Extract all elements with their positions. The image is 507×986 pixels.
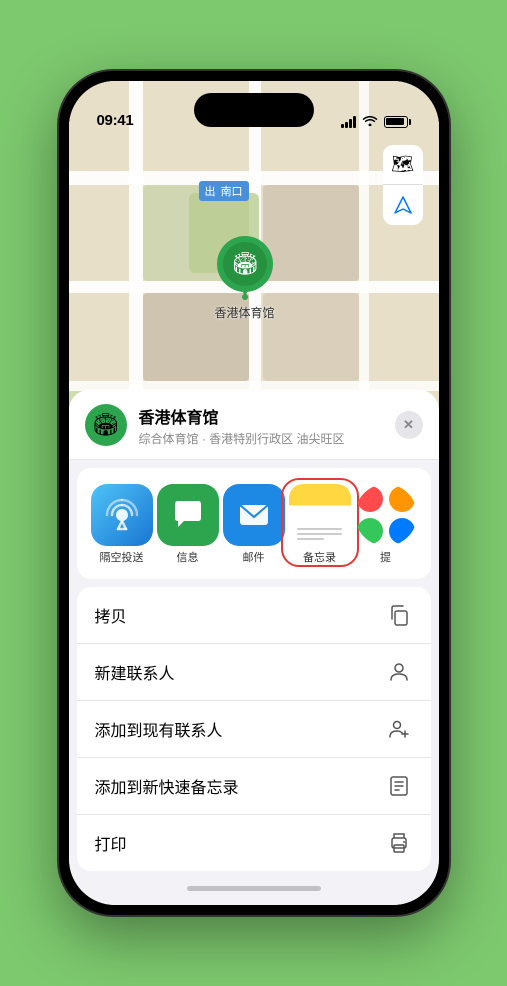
dynamic-island [194, 93, 314, 127]
copy-svg [387, 603, 411, 627]
airdrop-icon [91, 484, 153, 546]
location-info: 香港体育馆 综合体育馆 · 香港特别行政区 油尖旺区 [139, 404, 383, 447]
new-contact-icon [385, 658, 413, 686]
message-svg [169, 496, 207, 534]
more-circle-red [357, 486, 383, 512]
more-circle-orange [389, 486, 415, 512]
more-circle-blue [389, 518, 415, 544]
message-label: 信息 [177, 552, 199, 565]
signal-bar-2 [345, 122, 348, 128]
mail-label: 邮件 [243, 552, 265, 565]
more-label: 提 [380, 552, 391, 565]
signal-bar-3 [349, 119, 352, 128]
action-print[interactable]: 打印 [77, 814, 431, 871]
map-south-entrance: 南口 [199, 181, 249, 201]
notes-line-1 [297, 528, 342, 530]
location-icon-emoji: 🏟 [92, 412, 120, 438]
location-name: 香港体育馆 [139, 404, 383, 428]
more-icon [355, 484, 417, 546]
home-indicator [69, 871, 439, 905]
location-desc: 综合体育馆 · 香港特别行政区 油尖旺区 [139, 430, 383, 447]
share-row: 隔空投送 信息 [77, 468, 431, 579]
add-existing-label: 添加到现有联系人 [95, 717, 223, 741]
signal-bar-4 [353, 116, 356, 128]
person-svg [387, 660, 411, 684]
share-mail[interactable]: 邮件 [221, 484, 287, 565]
action-copy[interactable]: 拷贝 [77, 587, 431, 643]
print-icon [385, 829, 413, 857]
battery-icon [384, 116, 411, 128]
more-icon-inner [355, 484, 417, 546]
new-contact-label: 新建联系人 [95, 660, 175, 684]
notes-lines [297, 528, 342, 540]
bottom-sheet: 🏟 香港体育馆 综合体育馆 · 香港特别行政区 油尖旺区 ✕ [69, 390, 439, 905]
signal-icon [341, 116, 356, 128]
stadium-pin: 🏟 香港体育馆 [214, 236, 276, 321]
notes-line-3 [297, 538, 324, 540]
person-add-svg [387, 717, 411, 741]
notes-icon-inner [289, 484, 351, 546]
notes-action-svg [387, 774, 411, 798]
action-add-existing[interactable]: 添加到现有联系人 [77, 700, 431, 757]
add-notes-label: 添加到新快速备忘录 [95, 774, 239, 798]
print-label: 打印 [95, 831, 127, 855]
signal-bar-1 [341, 124, 344, 128]
battery-fill [386, 118, 404, 125]
more-circle-green [357, 518, 383, 544]
map-controls: 🗺 [383, 145, 423, 225]
home-bar [187, 886, 321, 891]
airdrop-svg [104, 497, 140, 533]
pin-svg: 🏟 [214, 236, 276, 308]
add-notes-icon [385, 772, 413, 800]
share-message[interactable]: 信息 [155, 484, 221, 565]
copy-label: 拷贝 [95, 603, 127, 627]
wifi-icon [362, 114, 378, 129]
action-new-contact[interactable]: 新建联系人 [77, 643, 431, 700]
mail-icon [223, 484, 285, 546]
phone-frame: 09:41 [59, 71, 449, 915]
share-airdrop[interactable]: 隔空投送 [89, 484, 155, 565]
notes-icon [289, 484, 351, 546]
notes-line-2 [297, 533, 342, 535]
status-icons [341, 114, 411, 129]
svg-text:🏟: 🏟 [231, 251, 259, 276]
message-icon [157, 484, 219, 546]
share-notes[interactable]: 备忘录 [283, 480, 357, 565]
action-list: 拷贝 新建联系人 [77, 587, 431, 871]
close-button[interactable]: ✕ [395, 411, 423, 439]
location-icon: 🏟 [85, 404, 127, 446]
location-arrow-icon [393, 195, 413, 215]
print-svg [387, 831, 411, 855]
action-add-notes[interactable]: 添加到新快速备忘录 [77, 757, 431, 814]
map-type-icon: 🗺 [391, 154, 414, 175]
notes-label: 备忘录 [303, 552, 336, 565]
status-time: 09:41 [97, 112, 134, 129]
battery-tip [409, 119, 411, 125]
battery-body [384, 116, 408, 128]
airdrop-label: 隔空投送 [100, 552, 144, 565]
mail-svg [236, 497, 272, 533]
share-more[interactable]: 提 [353, 484, 419, 565]
copy-icon [385, 601, 413, 629]
location-button[interactable] [383, 185, 423, 225]
location-card: 🏟 香港体育馆 综合体育馆 · 香港特别行政区 油尖旺区 ✕ [69, 390, 439, 460]
map-type-button[interactable]: 🗺 [383, 145, 423, 185]
phone-screen: 09:41 [69, 81, 439, 905]
add-existing-icon [385, 715, 413, 743]
pin-shape: 🏟 [214, 236, 276, 298]
